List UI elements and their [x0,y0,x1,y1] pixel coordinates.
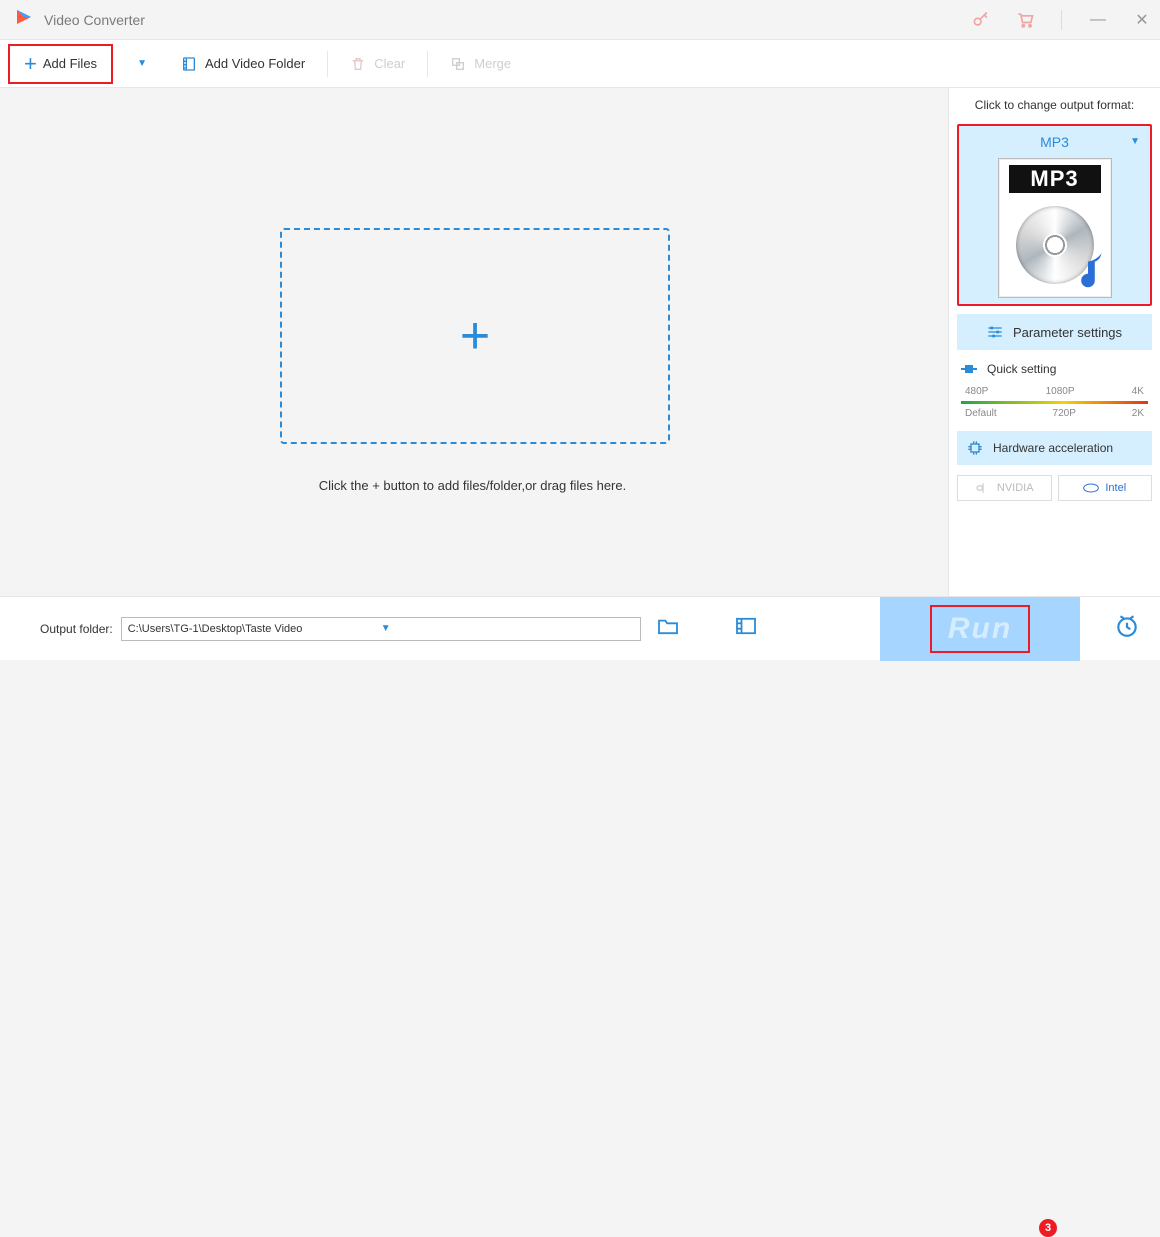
format-thumbnail: MP3 [998,158,1112,298]
footer: Output folder: C:\Users\TG-1\Desktop\Tas… [0,596,1160,660]
schedule-button[interactable] [1114,613,1140,644]
quality-tick: Default [965,408,997,419]
intel-button[interactable]: Intel [1058,475,1153,501]
clear-button[interactable]: Clear [334,56,421,72]
quality-tick: 720P [1053,408,1076,419]
quick-setting-block: Quick setting 480P 1080P 4K Default 720P… [957,358,1152,419]
app-title: Video Converter [44,12,971,28]
chevron-down-icon: ▼ [381,623,634,634]
separator [427,51,428,77]
format-name: MP3 [1040,134,1069,150]
add-folder-label: Add Video Folder [205,56,305,71]
quality-bar [961,401,1148,404]
add-files-button[interactable]: + Add Files [8,44,113,84]
callout-3: 3 [1039,1219,1057,1237]
nvidia-icon [975,482,991,494]
format-badge: MP3 [1009,165,1101,193]
quality-tick: 1080P [1046,386,1075,397]
hw-accel-label: Hardware acceleration [993,441,1113,455]
merge-icon [450,56,466,72]
dot-icon [965,365,973,373]
trash-icon [350,56,366,72]
open-folder-button[interactable] [657,617,679,640]
merge-button[interactable]: Merge [434,56,527,72]
intel-icon [1083,482,1099,494]
parameter-settings-label: Parameter settings [1013,325,1122,340]
quick-setting-label: Quick setting [987,362,1056,376]
output-folder-input[interactable]: C:\Users\TG-1\Desktop\Taste Video ▼ [121,617,641,641]
side-panel: Click to change output format: MP3 ▼ MP3… [948,88,1160,596]
quality-tick: 4K [1132,386,1144,397]
chip-icon [967,440,983,456]
separator [327,51,328,77]
parameter-settings-button[interactable]: Parameter settings [957,314,1152,350]
minimize-button[interactable]: — [1088,11,1108,29]
cart-icon[interactable] [1015,10,1035,30]
clear-label: Clear [374,56,405,71]
side-title: Click to change output format: [957,98,1152,112]
dropzone-hint: Click the + button to add files/folder,o… [0,478,945,493]
add-files-label: Add Files [43,56,97,71]
quality-slider[interactable]: 480P 1080P 4K Default 720P 2K [961,386,1148,419]
divider [1061,10,1062,30]
add-folder-button[interactable]: Add Video Folder [165,56,321,72]
dropzone[interactable]: + [280,228,670,444]
titlebar: Video Converter — ✕ [0,0,1160,40]
output-folder-path: C:\Users\TG-1\Desktop\Taste Video [128,623,381,635]
add-files-dropdown[interactable]: ▼ [137,58,147,69]
close-button[interactable]: ✕ [1132,10,1152,30]
run-button[interactable]: Run [880,597,1080,661]
big-plus-icon: + [460,306,490,366]
chevron-down-icon: ▼ [1130,136,1140,147]
quality-tick: 2K [1132,408,1144,419]
music-note-icon [1071,251,1105,293]
sliders-icon [987,325,1003,339]
film-button[interactable] [735,617,757,640]
app-logo-icon [14,7,34,32]
main-area: + Click the + button to add files/folder… [0,88,945,596]
output-format-selector[interactable]: MP3 ▼ MP3 [957,124,1152,306]
plus-icon: + [24,51,37,77]
nvidia-button[interactable]: NVIDIA [957,475,1052,501]
key-icon[interactable] [971,10,991,30]
quality-tick: 480P [965,386,988,397]
film-folder-icon [181,56,197,72]
output-folder-label: Output folder: [40,622,113,636]
merge-label: Merge [474,56,511,71]
run-label: Run [948,612,1012,646]
toolbar: + Add Files ▼ Add Video Folder Clear Mer… [0,40,1160,88]
hardware-acceleration-button[interactable]: Hardware acceleration [957,431,1152,465]
